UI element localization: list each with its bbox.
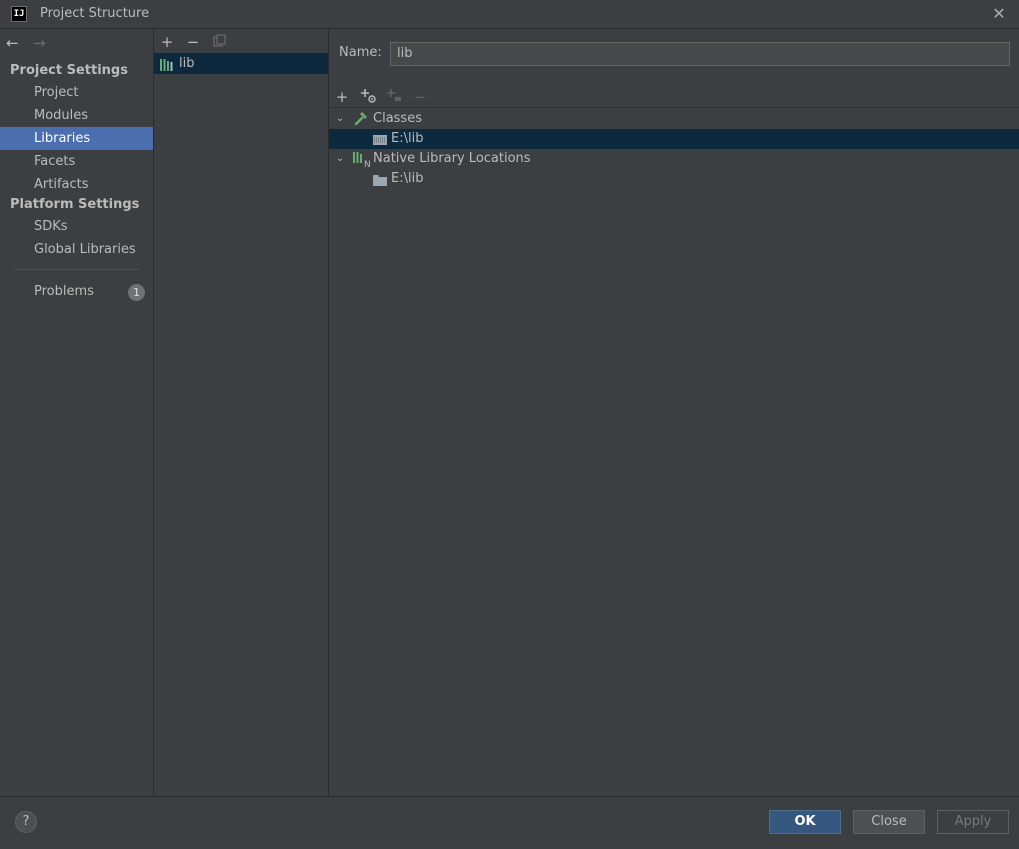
svg-text:N: N bbox=[364, 160, 371, 167]
sidebar-item-facets[interactable]: Facets bbox=[0, 150, 153, 173]
window-title: Project Structure bbox=[40, 6, 150, 21]
ok-button[interactable]: OK bbox=[769, 810, 841, 834]
settings-sidebar: ← → Project Settings Project Modules Lib… bbox=[0, 29, 154, 796]
tree-node-classes[interactable]: ⌄ Classes bbox=[329, 109, 1019, 129]
library-item-lib[interactable]: lib bbox=[154, 53, 328, 74]
plus-settings-icon[interactable] bbox=[358, 87, 378, 107]
title-bar: IJ Project Structure ✕ bbox=[0, 0, 1019, 29]
arrow-left-icon[interactable]: ← bbox=[6, 34, 19, 52]
chevron-down-icon[interactable]: ⌄ bbox=[336, 109, 344, 129]
sidebar-item-modules[interactable]: Modules bbox=[0, 104, 153, 127]
problems-count-badge: 1 bbox=[128, 284, 145, 301]
plus-disabled-icon[interactable] bbox=[384, 87, 404, 107]
tree-node-native-library-locations[interactable]: ⌄ N Native Library Locations bbox=[329, 149, 1019, 170]
tree-node-native-path[interactable]: E:\lib bbox=[329, 169, 1019, 189]
library-details: Name: lib + − ⌄ Classes E:\lib ⌄ N Nativ… bbox=[329, 29, 1019, 796]
sidebar-item-global-libraries[interactable]: Global Libraries bbox=[0, 238, 153, 261]
platform-settings-header: Platform Settings bbox=[10, 197, 140, 212]
tree-node-label: Classes bbox=[373, 111, 422, 126]
library-label: lib bbox=[179, 56, 195, 71]
apply-button[interactable]: Apply bbox=[937, 810, 1009, 834]
tree-node-classes-path[interactable]: E:\lib bbox=[329, 129, 1019, 149]
arrow-right-icon[interactable]: → bbox=[33, 34, 46, 52]
help-button[interactable]: ? bbox=[15, 811, 37, 833]
dialog-footer: ? OK Close Apply bbox=[0, 796, 1019, 849]
library-icon bbox=[160, 57, 174, 71]
close-icon[interactable]: ✕ bbox=[990, 5, 1008, 23]
minus-icon[interactable]: − bbox=[184, 33, 202, 51]
libraries-panel: + − lib bbox=[154, 29, 329, 796]
tree-node-label: E:\lib bbox=[391, 131, 424, 146]
plus-icon[interactable]: + bbox=[158, 33, 176, 51]
tree-node-label: Native Library Locations bbox=[373, 151, 531, 166]
tree-toolbar: + − bbox=[329, 87, 1019, 108]
tree-node-label: E:\lib bbox=[391, 171, 424, 186]
sidebar-item-sdks[interactable]: SDKs bbox=[0, 215, 153, 238]
sidebar-item-libraries[interactable]: Libraries bbox=[0, 127, 153, 150]
minus-icon[interactable]: − bbox=[410, 87, 430, 107]
chevron-down-icon[interactable]: ⌄ bbox=[336, 149, 344, 169]
name-field[interactable]: lib bbox=[390, 42, 1010, 66]
copy-icon[interactable] bbox=[210, 33, 228, 51]
sidebar-divider bbox=[14, 269, 139, 270]
close-button[interactable]: Close bbox=[853, 810, 925, 834]
plus-icon[interactable]: + bbox=[332, 87, 352, 107]
folder-icon bbox=[373, 173, 387, 193]
sidebar-item-artifacts[interactable]: Artifacts bbox=[0, 173, 153, 196]
intellij-icon: IJ bbox=[11, 6, 27, 22]
sidebar-item-project[interactable]: Project bbox=[0, 81, 153, 104]
name-label: Name: bbox=[339, 45, 382, 60]
project-settings-header: Project Settings bbox=[10, 63, 128, 78]
